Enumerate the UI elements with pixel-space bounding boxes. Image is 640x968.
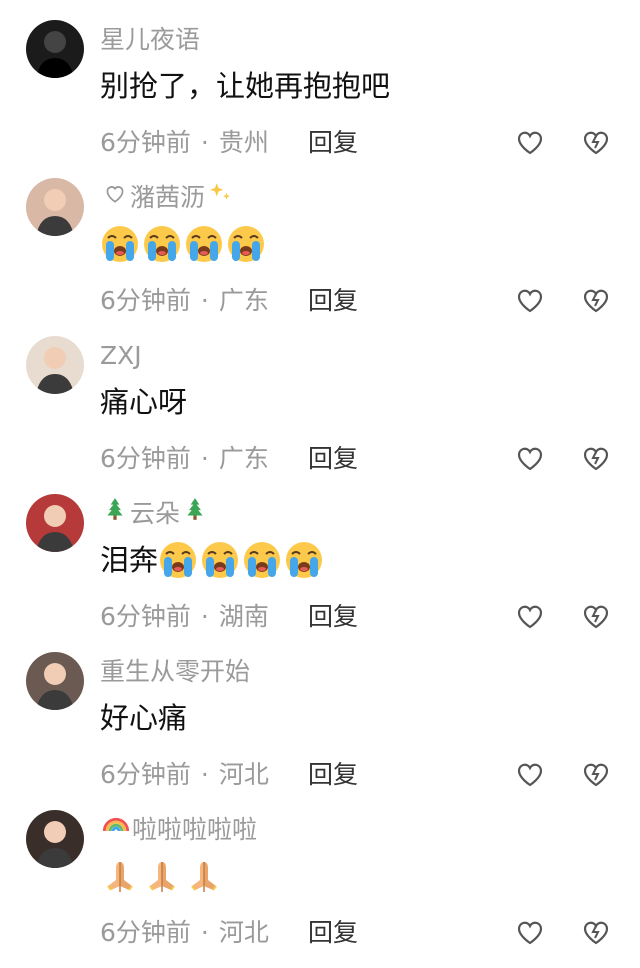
timestamp: 6分钟前 (100, 760, 191, 789)
folded-hands-icon (184, 856, 224, 896)
timestamp: 6分钟前 (100, 128, 191, 157)
comment-text: 泪奔 (100, 536, 326, 584)
separator: · (200, 602, 209, 631)
separator: · (200, 128, 209, 157)
comment-text (100, 220, 268, 268)
comment-meta: 6分钟前 · 贵州 (100, 123, 269, 163)
avatar[interactable] (26, 178, 84, 236)
avatar[interactable] (26, 336, 84, 394)
dislike-broken-heart-icon[interactable] (581, 760, 611, 790)
like-heart-icon[interactable] (515, 602, 545, 632)
dislike-broken-heart-icon[interactable] (581, 444, 611, 474)
location: 广东 (218, 444, 269, 473)
loudly-crying-face-icon (226, 224, 266, 264)
like-heart-icon[interactable] (515, 918, 545, 948)
comment-text-content: 痛心呀 (100, 385, 188, 419)
comment-item: ZXJ 痛心呀 6分钟前 · 广东 回复 (0, 336, 640, 494)
username[interactable]: ZXJ (100, 336, 142, 376)
comment-text: 别抢了，让她再抱抱吧 (100, 62, 390, 110)
timestamp: 6分钟前 (100, 602, 191, 631)
username-text: 星儿夜语 (100, 25, 201, 54)
comment-text: 好心痛 (100, 694, 187, 742)
avatar[interactable] (26, 652, 84, 710)
comment-text-content: 好心痛 (100, 701, 188, 735)
loudly-crying-face-icon (158, 540, 198, 580)
comment-text-content: 别抢了，让她再抱抱吧 (100, 69, 391, 103)
loudly-crying-face-icon (200, 540, 240, 580)
comment-item: 云朵泪奔 6分钟前 · 湖南 回复 (0, 494, 640, 652)
location: 贵州 (218, 128, 269, 157)
loudly-crying-face-icon (142, 224, 182, 264)
reply-button[interactable]: 回复 (308, 597, 358, 637)
username[interactable]: 重生从零开始 (100, 652, 250, 692)
dislike-broken-heart-icon[interactable] (581, 602, 611, 632)
comment-meta: 6分钟前 · 广东 (100, 281, 269, 321)
location: 广东 (218, 286, 269, 315)
comment-meta: 6分钟前 · 河北 (100, 913, 269, 953)
timestamp: 6分钟前 (100, 444, 191, 473)
location: 河北 (218, 760, 269, 789)
timestamp: 6分钟前 (100, 918, 191, 947)
location: 湖南 (218, 602, 269, 631)
comment-text (100, 852, 226, 900)
dislike-broken-heart-icon[interactable] (581, 128, 611, 158)
username[interactable]: 星儿夜语 (100, 20, 200, 60)
comment-meta: 6分钟前 · 广东 (100, 439, 269, 479)
username-text: 云朵 (130, 499, 181, 528)
comment-item: 潴茜沥 6分钟前 · 广东 回复 (0, 178, 640, 336)
separator: · (200, 286, 209, 315)
username-text: 重生从零开始 (100, 657, 251, 686)
reply-button[interactable]: 回复 (308, 755, 358, 795)
christmas-tree-icon (102, 494, 128, 534)
avatar[interactable] (26, 20, 84, 78)
loudly-crying-face-icon (242, 540, 282, 580)
loudly-crying-face-icon (100, 224, 140, 264)
folded-hands-icon (100, 856, 140, 896)
like-heart-icon[interactable] (515, 128, 545, 158)
reply-button[interactable]: 回复 (308, 123, 358, 163)
comment-item: 重生从零开始好心痛 6分钟前 · 河北 回复 (0, 652, 640, 810)
like-heart-icon[interactable] (515, 286, 545, 316)
folded-hands-icon (142, 856, 182, 896)
reply-button[interactable]: 回复 (308, 439, 358, 479)
comment-item: 啦啦啦啦啦 6分钟前 · 河北 回复 (0, 810, 640, 968)
dislike-broken-heart-icon[interactable] (581, 918, 611, 948)
christmas-tree-icon (182, 494, 208, 534)
rainbow-icon (102, 810, 130, 850)
username[interactable]: 啦啦啦啦啦 (100, 810, 257, 850)
avatar[interactable] (26, 494, 84, 552)
username-text: ZXJ (100, 341, 142, 370)
separator: · (200, 444, 209, 473)
comment-text: 痛心呀 (100, 378, 187, 426)
like-heart-icon[interactable] (515, 760, 545, 790)
username-text: 啦啦啦啦啦 (132, 815, 258, 844)
avatar[interactable] (26, 810, 84, 868)
heart-outline-icon (102, 178, 128, 218)
comment-item: 星儿夜语别抢了，让她再抱抱吧 6分钟前 · 贵州 回复 (0, 20, 640, 178)
timestamp: 6分钟前 (100, 286, 191, 315)
dislike-broken-heart-icon[interactable] (581, 286, 611, 316)
sparkles-icon (207, 178, 233, 218)
loudly-crying-face-icon (284, 540, 324, 580)
comment-text-content: 泪奔 (100, 543, 159, 577)
separator: · (200, 760, 209, 789)
comment-meta: 6分钟前 · 河北 (100, 755, 269, 795)
username[interactable]: 云朵 (100, 494, 210, 534)
username-text: 潴茜沥 (130, 183, 206, 212)
loudly-crying-face-icon (184, 224, 224, 264)
like-heart-icon[interactable] (515, 444, 545, 474)
reply-button[interactable]: 回复 (308, 281, 358, 321)
comment-meta: 6分钟前 · 湖南 (100, 597, 269, 637)
location: 河北 (218, 918, 269, 947)
separator: · (200, 918, 209, 947)
reply-button[interactable]: 回复 (308, 913, 358, 953)
username[interactable]: 潴茜沥 (100, 178, 235, 218)
